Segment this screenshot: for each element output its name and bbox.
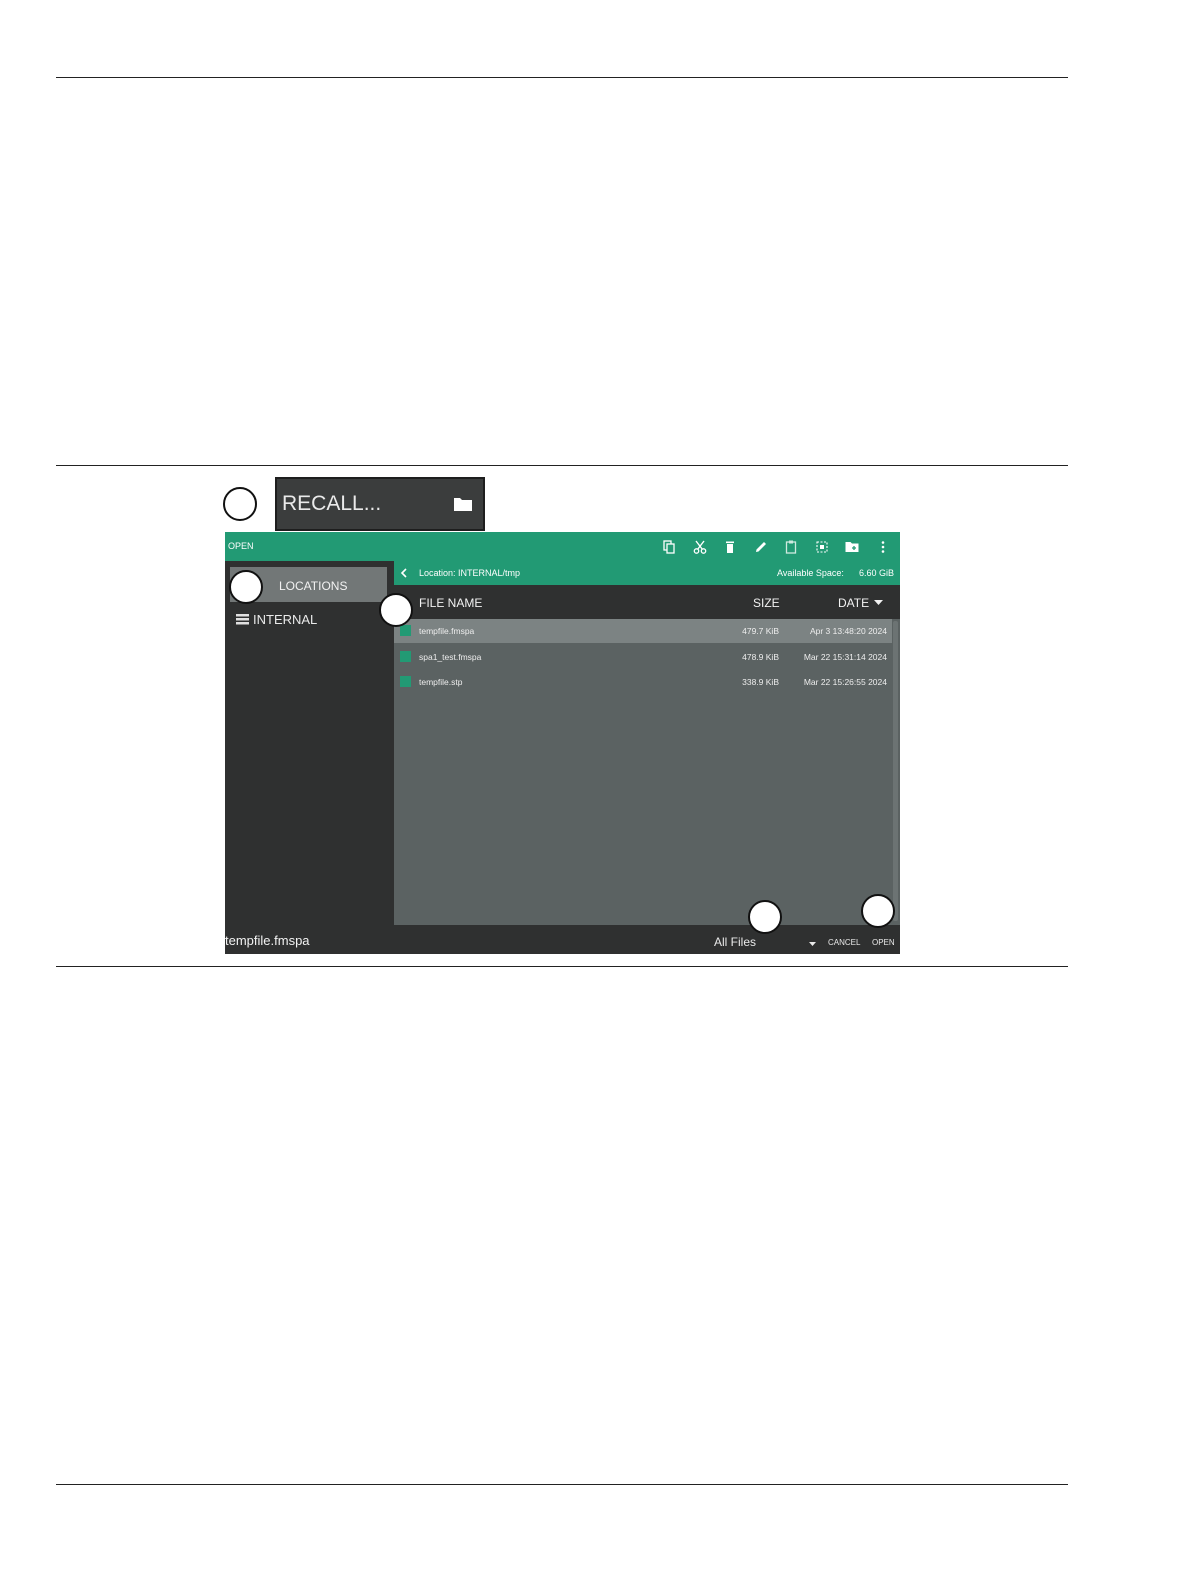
file-size: 479.7 KiB <box>742 626 779 636</box>
cancel-button[interactable]: CANCEL <box>828 938 860 947</box>
callout-circle-locations <box>229 570 263 604</box>
file-name: spa1_test.fmspa <box>419 652 482 662</box>
location-path: Location: INTERNAL/tmp <box>419 568 521 578</box>
file-date: Mar 22 15:26:55 2024 <box>803 677 887 687</box>
rename-icon[interactable] <box>753 539 769 555</box>
dialog-bottom-bar: tempfile.fmspa All Files CANCEL OPEN <box>225 925 900 954</box>
recall-button-label: RECALL... <box>282 492 382 515</box>
file-date: Apr 3 13:48:20 2024 <box>809 626 887 636</box>
sort-descending-icon <box>874 600 883 605</box>
open-file-dialog: OPEN LOCATIONS INTERNAL Location: INTERN… <box>225 532 900 954</box>
available-space-label: Available Space: <box>777 568 844 578</box>
locations-label: LOCATIONS <box>279 579 348 593</box>
locations-sidebar: LOCATIONS INTERNAL <box>225 561 391 925</box>
file-size: 338.9 KiB <box>742 677 779 687</box>
select-all-icon[interactable] <box>814 539 830 555</box>
callout-circle-open <box>861 894 895 928</box>
callout-circle-filter <box>748 900 782 934</box>
location-bar: Location: INTERNAL/tmp Available Space: … <box>394 561 900 585</box>
dialog-title-bar: OPEN <box>225 532 900 561</box>
folder-icon <box>454 498 472 511</box>
open-button[interactable]: OPEN <box>872 938 895 947</box>
file-date: Mar 22 15:31:14 2024 <box>803 652 887 662</box>
paste-icon[interactable] <box>783 539 799 555</box>
file-row[interactable]: spa1_test.fmspa 478.9 KiB Mar 22 15:31:1… <box>394 645 892 669</box>
recall-button[interactable]: RECALL... <box>275 477 485 531</box>
bottom-rule <box>56 1484 1068 1485</box>
file-type-filter-value: All Files <box>714 935 757 949</box>
new-folder-icon[interactable] <box>844 539 860 555</box>
chevron-down-icon <box>809 942 816 946</box>
column-header-date[interactable]: DATE <box>838 596 869 610</box>
figure-top-rule <box>56 465 1068 466</box>
file-row[interactable]: tempfile.stp 338.9 KiB Mar 22 15:26:55 2… <box>394 670 892 694</box>
column-header-file-name[interactable]: FILE NAME <box>419 596 482 610</box>
file-size: 478.9 KiB <box>742 652 779 662</box>
chevron-left-icon[interactable] <box>400 567 408 579</box>
storage-icon <box>236 614 249 625</box>
sidebar-item-internal[interactable]: INTERNAL <box>236 611 386 629</box>
copy-icon[interactable] <box>661 539 677 555</box>
dialog-title: OPEN <box>228 541 254 551</box>
file-type-filter-select[interactable]: All Files <box>714 934 818 952</box>
callout-circle-file-list <box>379 593 413 627</box>
file-name: tempfile.fmspa <box>419 626 475 636</box>
setup-file-icon <box>400 676 411 687</box>
column-header-size[interactable]: SIZE <box>753 596 780 610</box>
file-row[interactable]: tempfile.fmspa 479.7 KiB Apr 3 13:48:20 … <box>394 619 892 643</box>
cut-icon[interactable] <box>692 539 708 555</box>
callout-circle-recall <box>223 487 257 521</box>
top-rule <box>56 77 1068 78</box>
available-space-value: 6.60 GiB <box>858 568 894 578</box>
file-name: tempfile.stp <box>419 677 463 687</box>
file-list-scrollbar[interactable] <box>893 621 898 921</box>
measurement-file-icon <box>400 651 411 662</box>
sidebar-item-label: INTERNAL <box>253 612 318 627</box>
figure-bottom-rule <box>56 966 1068 967</box>
file-list: tempfile.fmspa 479.7 KiB Apr 3 13:48:20 … <box>394 619 900 925</box>
file-list-header: FILE NAME SIZE DATE <box>394 585 900 619</box>
delete-icon[interactable] <box>722 539 738 555</box>
more-icon[interactable] <box>875 539 891 555</box>
selected-file-name-field[interactable]: tempfile.fmspa <box>225 933 310 948</box>
measurement-file-icon <box>400 625 411 636</box>
